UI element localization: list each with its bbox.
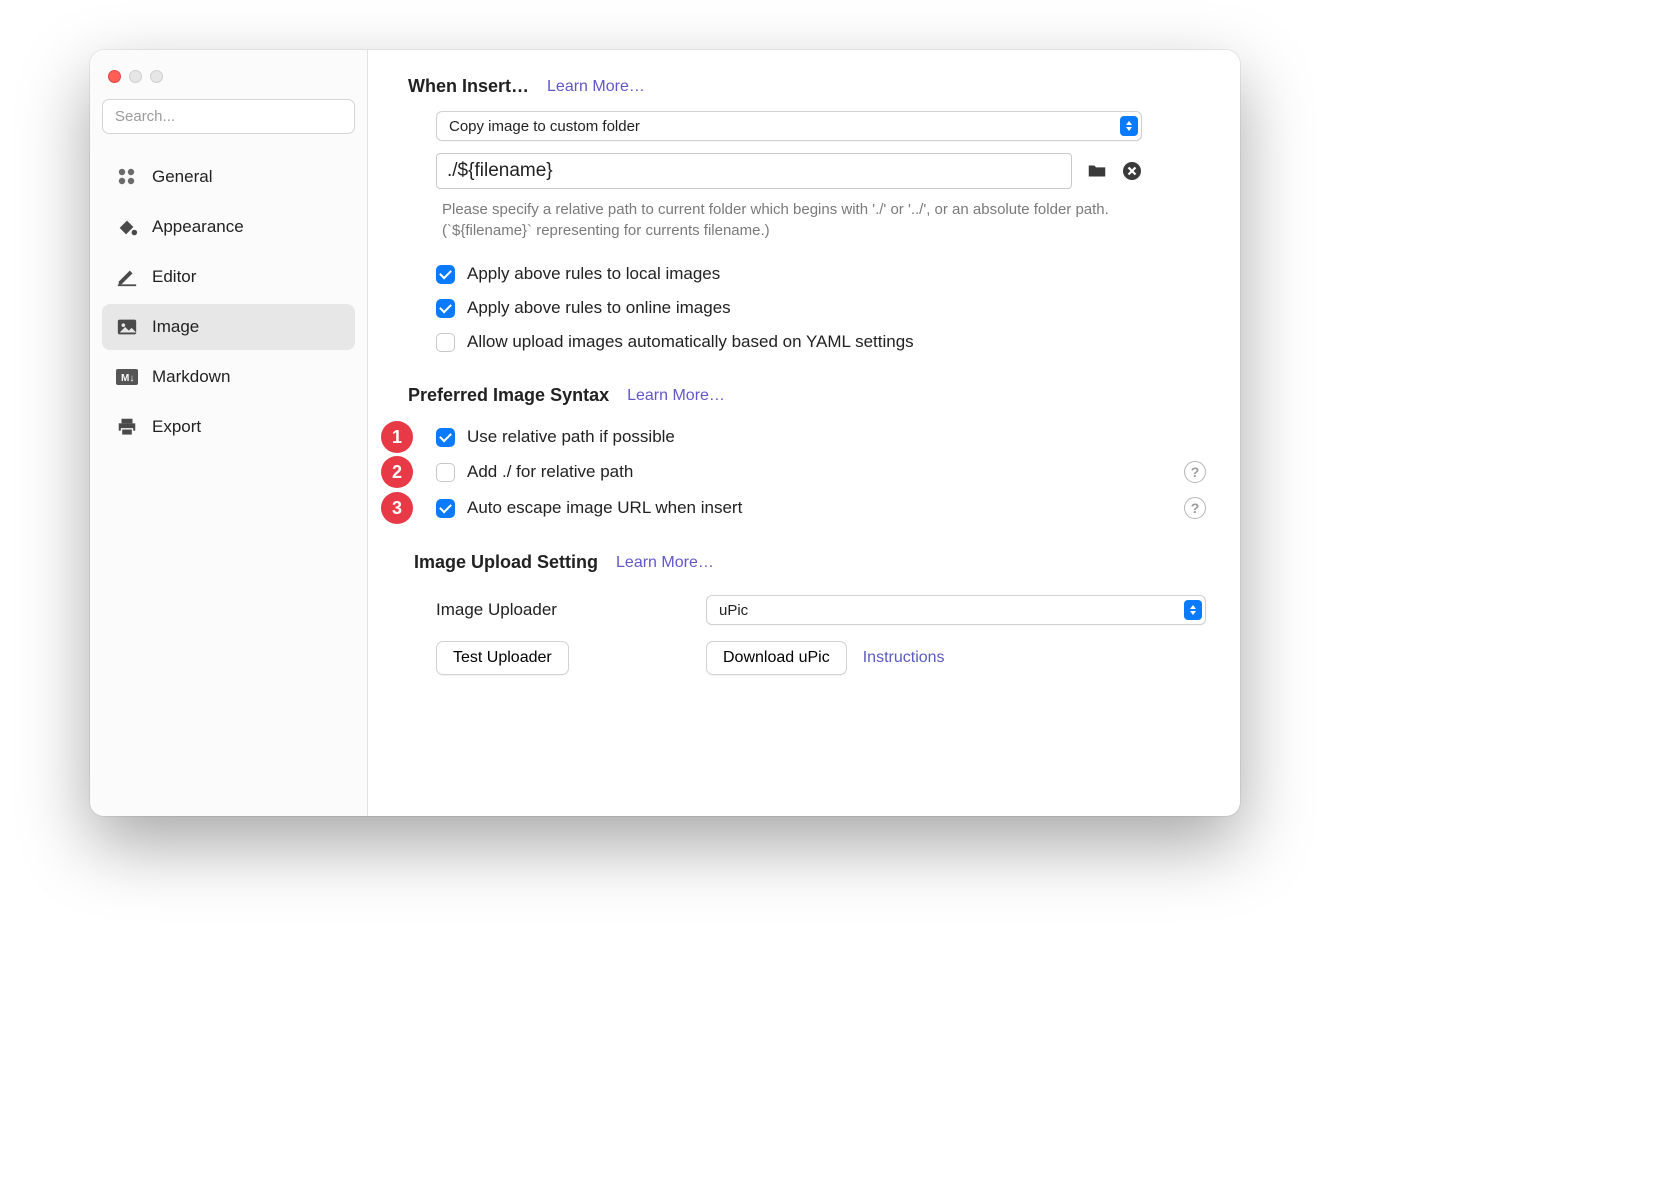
minimize-window-button[interactable] (129, 70, 142, 83)
window-controls (102, 68, 355, 99)
checkbox-label: Apply above rules to local images (467, 264, 720, 284)
section-header-upload: Image Upload Setting Learn More… (408, 552, 1206, 573)
insert-action-select[interactable]: Copy image to custom folder (436, 111, 1142, 141)
select-value: uPic (719, 602, 748, 619)
help-icon[interactable]: ? (1184, 497, 1206, 519)
instructions-link[interactable]: Instructions (863, 649, 945, 667)
image-folder-path-input[interactable] (436, 153, 1072, 189)
open-folder-button[interactable] (1086, 160, 1108, 182)
maximize-window-button[interactable] (150, 70, 163, 83)
sidebar-nav: General Appearance Editor Image (102, 154, 355, 450)
select-value: Copy image to custom folder (449, 118, 640, 135)
section-title: Image Upload Setting (414, 552, 598, 573)
checkbox-label: Use relative path if possible (467, 427, 675, 447)
checkbox-apply-online[interactable] (436, 299, 455, 318)
section-header-syntax: Preferred Image Syntax Learn More… (408, 385, 1206, 406)
section-title: Preferred Image Syntax (408, 385, 609, 406)
settings-panel-image: When Insert… Learn More… Copy image to c… (368, 50, 1240, 816)
checkbox-label: Apply above rules to online images (467, 298, 731, 318)
sidebar-item-label: Markdown (152, 367, 230, 387)
help-icon[interactable]: ? (1184, 461, 1206, 483)
printer-icon (116, 416, 138, 438)
sidebar-item-image[interactable]: Image (102, 304, 355, 350)
annotation-badge-2: 2 (381, 456, 413, 488)
sidebar-item-markdown[interactable]: M↓ Markdown (102, 354, 355, 400)
checkbox-label: Allow upload images automatically based … (467, 332, 914, 352)
svg-text:M↓: M↓ (121, 373, 134, 384)
checkbox-yaml-upload[interactable] (436, 333, 455, 352)
learn-more-link[interactable]: Learn More… (616, 554, 714, 572)
clear-path-button[interactable] (1122, 161, 1142, 181)
checkbox-label: Auto escape image URL when insert (467, 498, 742, 518)
markdown-icon: M↓ (116, 366, 138, 388)
section-title: When Insert… (408, 76, 529, 97)
uploader-field-label: Image Uploader (436, 600, 706, 620)
chevron-updown-icon (1120, 116, 1138, 136)
sidebar-item-label: Editor (152, 267, 196, 287)
learn-more-link[interactable]: Learn More… (627, 387, 725, 405)
paint-bucket-icon (116, 216, 138, 238)
checkbox-auto-escape-url[interactable] (436, 499, 455, 518)
checkbox-apply-local[interactable] (436, 265, 455, 284)
download-uploader-button[interactable]: Download uPic (706, 641, 847, 675)
search-input[interactable] (102, 99, 355, 134)
grid-icon (116, 166, 138, 188)
sidebar-item-editor[interactable]: Editor (102, 254, 355, 300)
test-uploader-button[interactable]: Test Uploader (436, 641, 569, 675)
sidebar-item-general[interactable]: General (102, 154, 355, 200)
path-hint-text: Please specify a relative path to curren… (436, 199, 1142, 257)
sidebar-item-label: General (152, 167, 212, 187)
image-uploader-select[interactable]: uPic (706, 595, 1206, 625)
sidebar-item-label: Appearance (152, 217, 244, 237)
section-header-insert: When Insert… Learn More… (408, 76, 1206, 97)
annotation-badge-1: 1 (381, 421, 413, 453)
pencil-icon (116, 266, 138, 288)
chevron-updown-icon (1184, 600, 1202, 620)
sidebar-item-label: Export (152, 417, 201, 437)
checkbox-add-dotslash[interactable] (436, 463, 455, 482)
sidebar-item-label: Image (152, 317, 199, 337)
sidebar: General Appearance Editor Image (90, 50, 368, 816)
close-window-button[interactable] (108, 70, 121, 83)
preferences-window: General Appearance Editor Image (90, 50, 1240, 816)
checkbox-use-relative-path[interactable] (436, 428, 455, 447)
image-icon (116, 316, 138, 338)
sidebar-item-appearance[interactable]: Appearance (102, 204, 355, 250)
learn-more-link[interactable]: Learn More… (547, 78, 645, 96)
checkbox-label: Add ./ for relative path (467, 462, 633, 482)
annotation-badge-3: 3 (381, 492, 413, 524)
sidebar-item-export[interactable]: Export (102, 404, 355, 450)
